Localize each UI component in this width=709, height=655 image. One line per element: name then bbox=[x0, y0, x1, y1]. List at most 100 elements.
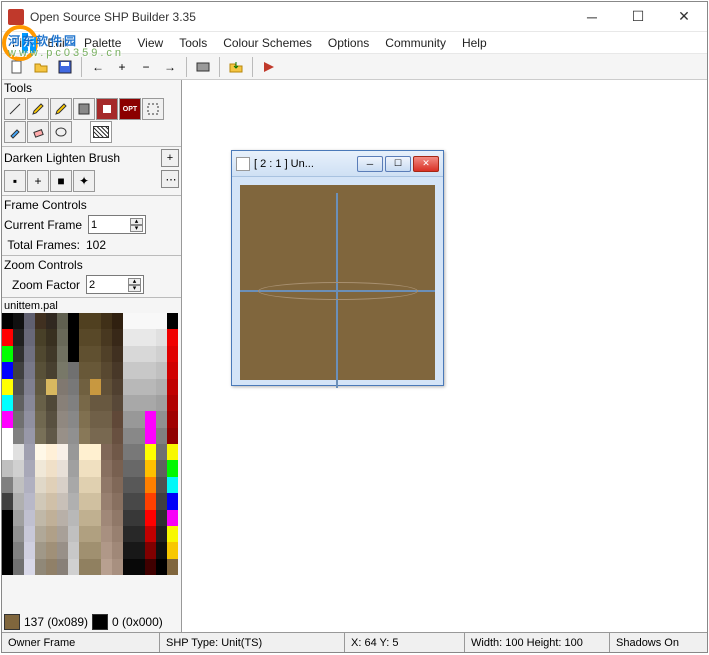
palette-color[interactable] bbox=[46, 428, 57, 444]
palette-color[interactable] bbox=[145, 460, 156, 476]
palette-color[interactable] bbox=[35, 313, 46, 329]
menu-palette[interactable]: Palette bbox=[76, 34, 129, 52]
palette-color[interactable] bbox=[112, 313, 123, 329]
palette-color[interactable] bbox=[134, 493, 145, 509]
palette-color[interactable] bbox=[112, 411, 123, 427]
brush-small-icon[interactable]: ▪ bbox=[4, 170, 26, 192]
palette-color[interactable] bbox=[101, 444, 112, 460]
palette-color[interactable] bbox=[112, 379, 123, 395]
menu-colour-schemes[interactable]: Colour Schemes bbox=[215, 34, 320, 52]
palette-color[interactable] bbox=[2, 313, 13, 329]
palette-color[interactable] bbox=[156, 526, 167, 542]
palette-color[interactable] bbox=[46, 362, 57, 378]
palette-color[interactable] bbox=[134, 542, 145, 558]
palette-color[interactable] bbox=[101, 428, 112, 444]
menu-view[interactable]: View bbox=[129, 34, 171, 52]
palette-color[interactable] bbox=[112, 329, 123, 345]
palette-color[interactable] bbox=[90, 444, 101, 460]
fill2-tool-icon[interactable] bbox=[96, 98, 118, 120]
palette-color[interactable] bbox=[156, 346, 167, 362]
minimize-button[interactable]: ─ bbox=[569, 2, 615, 32]
palette-color[interactable] bbox=[57, 362, 68, 378]
palette-color[interactable] bbox=[134, 346, 145, 362]
palette-color[interactable] bbox=[134, 313, 145, 329]
palette-color[interactable] bbox=[167, 460, 178, 476]
palette-color[interactable] bbox=[90, 526, 101, 542]
palette-color[interactable] bbox=[156, 379, 167, 395]
palette-color[interactable] bbox=[79, 493, 90, 509]
palette-color[interactable] bbox=[79, 346, 90, 362]
palette-color[interactable] bbox=[123, 493, 134, 509]
save-file-icon[interactable] bbox=[54, 56, 76, 78]
palette-color[interactable] bbox=[156, 460, 167, 476]
palette-color[interactable] bbox=[167, 362, 178, 378]
close-button[interactable]: ✕ bbox=[661, 2, 707, 32]
palette-color[interactable] bbox=[167, 411, 178, 427]
palette-color[interactable] bbox=[123, 411, 134, 427]
palette-color[interactable] bbox=[167, 444, 178, 460]
palette-color[interactable] bbox=[123, 444, 134, 460]
palette-color[interactable] bbox=[145, 329, 156, 345]
open-file-icon[interactable] bbox=[30, 56, 52, 78]
palette-color[interactable] bbox=[101, 477, 112, 493]
palette-color[interactable] bbox=[24, 526, 35, 542]
palette-color[interactable] bbox=[123, 379, 134, 395]
palette-color[interactable] bbox=[13, 526, 24, 542]
palette-color[interactable] bbox=[68, 444, 79, 460]
palette-color[interactable] bbox=[79, 542, 90, 558]
palette-color[interactable] bbox=[2, 493, 13, 509]
maximize-button[interactable]: ☐ bbox=[615, 2, 661, 32]
palette-color[interactable] bbox=[156, 444, 167, 460]
palette-color[interactable] bbox=[68, 460, 79, 476]
palette-color[interactable] bbox=[101, 542, 112, 558]
palette-color[interactable] bbox=[24, 477, 35, 493]
palette-color[interactable] bbox=[13, 395, 24, 411]
palette-color[interactable] bbox=[79, 411, 90, 427]
palette-color[interactable] bbox=[57, 411, 68, 427]
palette-color[interactable] bbox=[24, 362, 35, 378]
palette-color[interactable] bbox=[79, 444, 90, 460]
palette-color[interactable] bbox=[13, 493, 24, 509]
palette-color[interactable] bbox=[13, 477, 24, 493]
palette-color[interactable] bbox=[68, 477, 79, 493]
palette-color[interactable] bbox=[35, 411, 46, 427]
palette-color[interactable] bbox=[13, 329, 24, 345]
palette-color[interactable] bbox=[68, 428, 79, 444]
palette-color[interactable] bbox=[79, 510, 90, 526]
palette-color[interactable] bbox=[145, 395, 156, 411]
palette-color[interactable] bbox=[167, 346, 178, 362]
palette-color[interactable] bbox=[79, 460, 90, 476]
palette-color[interactable] bbox=[145, 346, 156, 362]
palette-color[interactable] bbox=[156, 329, 167, 345]
palette-color[interactable] bbox=[167, 493, 178, 509]
palette-color[interactable] bbox=[24, 379, 35, 395]
palette-color[interactable] bbox=[134, 379, 145, 395]
palette-color[interactable] bbox=[35, 460, 46, 476]
dlb-more-button[interactable]: ⋯ bbox=[161, 170, 179, 188]
palette-color[interactable] bbox=[57, 477, 68, 493]
new-file-icon[interactable] bbox=[6, 56, 28, 78]
palette-color[interactable] bbox=[156, 362, 167, 378]
doc-maximize-button[interactable]: ☐ bbox=[385, 156, 411, 172]
palette-color[interactable] bbox=[24, 542, 35, 558]
palette-color[interactable] bbox=[68, 395, 79, 411]
opt-tool-icon[interactable]: OPT bbox=[119, 98, 141, 120]
palette-color[interactable] bbox=[123, 329, 134, 345]
palette-color[interactable] bbox=[156, 411, 167, 427]
palette-color[interactable] bbox=[46, 559, 57, 575]
palette-color[interactable] bbox=[156, 395, 167, 411]
palette-color[interactable] bbox=[167, 395, 178, 411]
brush-plus-icon[interactable]: + bbox=[27, 170, 49, 192]
palette-color[interactable] bbox=[134, 428, 145, 444]
palette-color[interactable] bbox=[24, 510, 35, 526]
palette-color[interactable] bbox=[112, 542, 123, 558]
palette-color[interactable] bbox=[57, 460, 68, 476]
palette-color[interactable] bbox=[167, 329, 178, 345]
palette-color[interactable] bbox=[68, 362, 79, 378]
next-frame-icon[interactable]: → bbox=[159, 56, 181, 78]
fg-swatch[interactable] bbox=[4, 614, 20, 630]
palette-color[interactable] bbox=[90, 411, 101, 427]
palette-color[interactable] bbox=[167, 542, 178, 558]
palette-color[interactable] bbox=[90, 428, 101, 444]
canvas-area[interactable]: [ 2 : 1 ] Un... ─ ☐ ✕ bbox=[182, 80, 707, 632]
